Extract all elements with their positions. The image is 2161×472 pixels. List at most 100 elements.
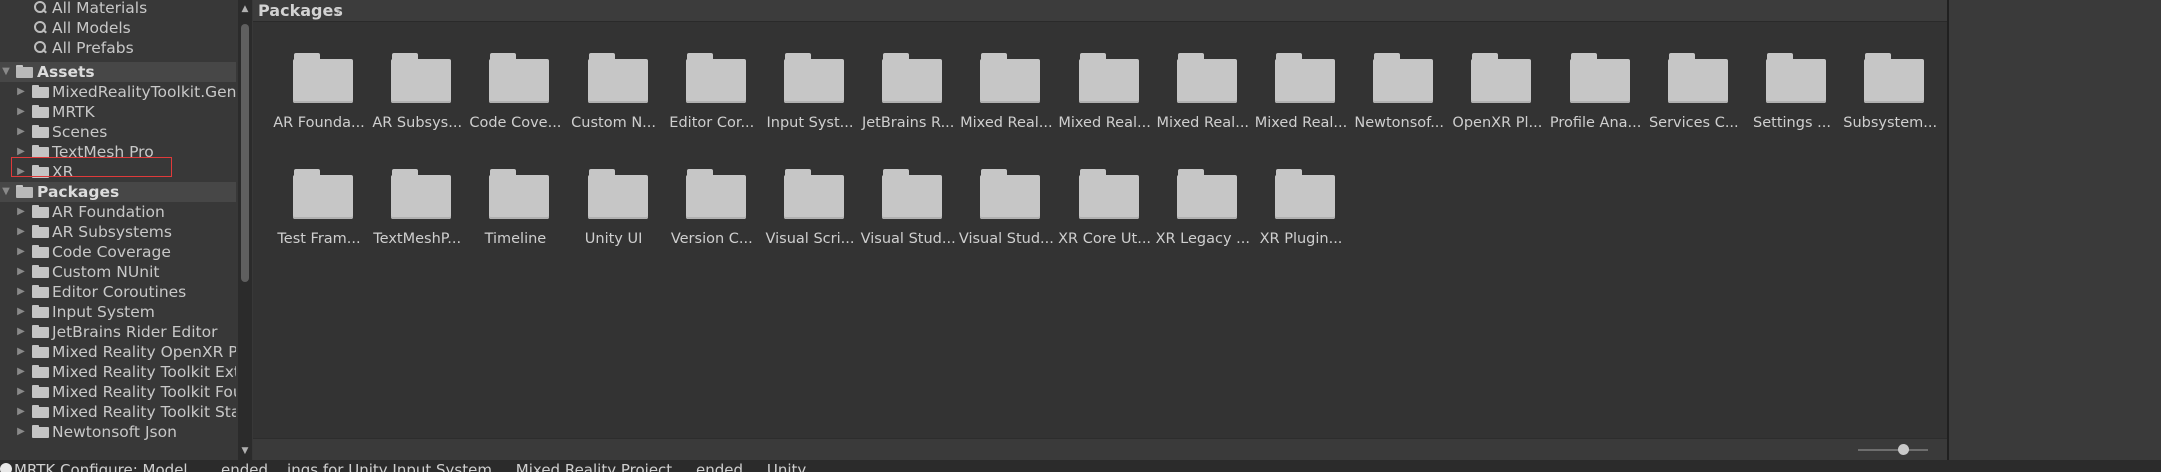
scroll-down-arrow-icon[interactable]: ▼ xyxy=(238,444,252,458)
tree-section-packages[interactable]: ▼ Packages xyxy=(0,182,236,202)
tree-item-package[interactable]: ▶ Mixed Reality OpenXR P xyxy=(0,342,236,362)
folder-icon xyxy=(32,425,49,438)
folder-icon xyxy=(784,169,844,219)
tree-item-package[interactable]: ▶ Custom NUnit xyxy=(0,262,236,282)
package-folder-item[interactable]: XR Plugin... xyxy=(1253,169,1349,265)
tree-item-package[interactable]: ▶ Mixed Reality Toolkit Sta xyxy=(0,402,236,422)
folder-label: Mixed Real... xyxy=(960,115,1053,131)
breadcrumb-packages[interactable]: Packages xyxy=(258,0,343,21)
package-folder-item[interactable]: Mixed Real... xyxy=(1057,53,1153,149)
package-folder-item[interactable]: Test Fram... xyxy=(271,169,367,265)
collapse-arrow-icon[interactable]: ▶ xyxy=(15,402,27,422)
tree-item-package[interactable]: ▶ Mixed Reality Toolkit Ext xyxy=(0,362,236,382)
scrollbar-thumb[interactable] xyxy=(241,24,249,282)
tree-item-label: Input System xyxy=(52,303,155,321)
tree-item-package[interactable]: ▶ JetBrains Rider Editor xyxy=(0,322,236,342)
folder-icon xyxy=(587,53,648,103)
status-message: MRTK Configure: Model... ...ended ...ing… xyxy=(14,461,826,472)
favorite-item[interactable]: All Materials xyxy=(0,0,236,18)
collapse-arrow-icon[interactable]: ▶ xyxy=(15,122,27,142)
expand-arrow-icon[interactable]: ▼ xyxy=(0,62,12,82)
package-folder-item[interactable]: Services C... xyxy=(1646,53,1742,149)
expand-arrow-icon[interactable]: ▼ xyxy=(0,182,12,202)
package-folder-item[interactable]: TextMeshP... xyxy=(369,169,465,265)
icon-size-slider[interactable] xyxy=(1858,444,1928,455)
collapse-arrow-icon[interactable]: ▶ xyxy=(15,242,27,262)
package-folder-item[interactable]: XR Core Ut... xyxy=(1057,169,1153,265)
tree-item-asset[interactable]: ▶ Scenes xyxy=(0,122,236,142)
folder-label: XR Legacy ... xyxy=(1155,231,1251,247)
scroll-up-arrow-icon[interactable]: ▲ xyxy=(238,2,252,16)
folder-icon xyxy=(32,285,49,298)
search-icon xyxy=(34,21,47,34)
folder-label: JetBrains R... xyxy=(861,115,955,131)
package-folder-item[interactable]: Mixed Real... xyxy=(1155,53,1251,149)
package-folder-item[interactable]: Subsystem... xyxy=(1842,53,1938,149)
folder-icon xyxy=(489,169,550,219)
favorite-item[interactable]: All Models xyxy=(0,18,236,38)
tree-item-package[interactable]: ▶ Newtonsoft Json xyxy=(0,422,236,442)
tree-item-package[interactable]: ▶ AR Foundation xyxy=(0,202,236,222)
package-folder-item[interactable]: Settings ... xyxy=(1744,53,1840,149)
folder-icon xyxy=(32,205,49,218)
package-folder-item[interactable]: Mixed Real... xyxy=(1253,53,1349,149)
package-folder-item[interactable]: Visual Stud... xyxy=(958,169,1054,265)
package-folder-item[interactable]: Editor Cor... xyxy=(664,53,760,149)
package-folder-item[interactable]: Visual Scri... xyxy=(762,169,858,265)
collapse-arrow-icon[interactable]: ▶ xyxy=(15,422,27,442)
tree-item-label: Assets xyxy=(37,63,95,81)
folder-icon xyxy=(882,53,943,103)
package-folder-item[interactable]: AR Subsys... xyxy=(369,53,465,149)
package-folder-item[interactable]: Timeline xyxy=(467,169,563,265)
package-folder-item[interactable]: Visual Stud... xyxy=(860,169,956,265)
package-folder-item[interactable]: OpenXR Pl... xyxy=(1449,53,1545,149)
collapse-arrow-icon[interactable]: ▶ xyxy=(15,222,27,242)
folder-icon xyxy=(32,365,49,378)
collapse-arrow-icon[interactable]: ▶ xyxy=(15,82,27,102)
package-folder-item[interactable]: Custom N... xyxy=(566,53,662,149)
collapse-arrow-icon[interactable]: ▶ xyxy=(15,342,27,362)
folder-content-view: Packages › AR Founda... AR Subsys... Code … xyxy=(253,0,1947,460)
tree-item-package[interactable]: ▶ Mixed Reality Toolkit Fou xyxy=(0,382,236,402)
favorite-item[interactable]: All Prefabs xyxy=(0,38,236,58)
collapse-arrow-icon[interactable]: ▶ xyxy=(15,302,27,322)
tree-item-asset[interactable]: ▶ MRTK xyxy=(0,102,236,122)
status-bar[interactable]: MRTK Configure: Model... ...ended ...ing… xyxy=(0,460,2161,472)
tree-item-asset[interactable]: ▶ MixedRealityToolkit.Gene xyxy=(0,82,236,102)
folder-icon xyxy=(1667,53,1728,103)
package-folder-item[interactable]: Input Syst... xyxy=(762,53,858,149)
breadcrumb: Packages › xyxy=(253,0,1947,22)
tree-item-package[interactable]: ▶ AR Subsystems xyxy=(0,222,236,242)
collapse-arrow-icon[interactable]: ▶ xyxy=(15,262,27,282)
tree-item-package[interactable]: ▶ Input System xyxy=(0,302,236,322)
package-folder-item[interactable]: Unity UI xyxy=(566,169,662,265)
package-folder-item[interactable]: JetBrains R... xyxy=(860,53,956,149)
package-folder-item[interactable]: Profile Ana... xyxy=(1548,53,1644,149)
collapse-arrow-icon[interactable]: ▶ xyxy=(15,362,27,382)
tree-section-assets[interactable]: ▼ Assets xyxy=(0,62,236,82)
folder-label: Mixed Real... xyxy=(1058,115,1151,131)
folder-icon xyxy=(685,169,746,219)
package-folder-item[interactable]: Code Cove... xyxy=(467,53,563,149)
tree-item-package[interactable]: ▶ Code Coverage xyxy=(0,242,236,262)
package-folder-item[interactable]: AR Founda... xyxy=(271,53,367,149)
package-folder-item[interactable]: Version C... xyxy=(664,169,760,265)
breadcrumb-chevron-icon[interactable]: › xyxy=(335,0,341,21)
package-folder-item[interactable]: Newtonsof... xyxy=(1351,53,1447,149)
package-folder-item[interactable]: Mixed Real... xyxy=(958,53,1054,149)
collapse-arrow-icon[interactable]: ▶ xyxy=(15,322,27,342)
folder-label: Services C... xyxy=(1648,115,1739,131)
folder-label: AR Subsys... xyxy=(372,115,463,131)
collapse-arrow-icon[interactable]: ▶ xyxy=(15,102,27,122)
tree-item-package[interactable]: ▶ Editor Coroutines xyxy=(0,282,236,302)
tree-item-label: Mixed Reality Toolkit Ext xyxy=(52,363,236,381)
collapse-arrow-icon[interactable]: ▶ xyxy=(15,282,27,302)
package-folder-item[interactable]: XR Legacy ... xyxy=(1155,169,1251,265)
collapse-arrow-icon[interactable]: ▶ xyxy=(15,382,27,402)
folder-label: Mixed Real... xyxy=(1254,115,1348,131)
collapse-arrow-icon[interactable]: ▶ xyxy=(15,202,27,222)
folder-label: Input Syst... xyxy=(766,115,854,131)
icon-size-slider-thumb[interactable] xyxy=(1898,444,1909,455)
tree-scrollbar[interactable]: ▲ ▼ xyxy=(238,0,252,460)
tree-item-label: All Models xyxy=(52,19,131,37)
